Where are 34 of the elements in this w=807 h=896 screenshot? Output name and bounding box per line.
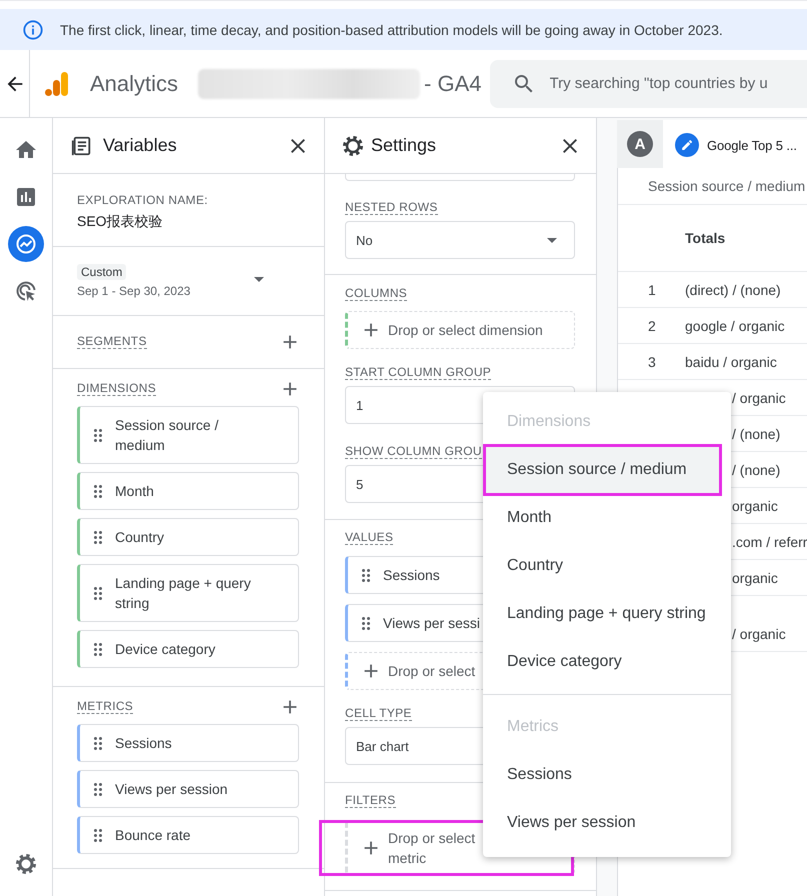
column-header: Session source / medium — [648, 178, 806, 194]
product-name: Analytics — [90, 70, 178, 96]
field-label: EXPLORATION NAME: — [77, 194, 208, 207]
table-cell: (direct) / (none) — [685, 282, 781, 298]
table-cell: / organic — [732, 626, 786, 642]
date-preset-label: Custom — [77, 264, 126, 280]
table-cell: organic — [732, 570, 778, 586]
section-label: SHOW COLUMN GROU — [345, 445, 482, 459]
table-cell: / (none) — [732, 462, 780, 478]
section-label: START COLUMN GROUP — [345, 366, 492, 380]
table-cell: / (none) — [732, 426, 780, 442]
section-label: FILTERS — [345, 794, 396, 808]
property-name: - GA4 — [424, 70, 482, 96]
section-label: SEGMENTS — [77, 335, 147, 349]
panel-title: Variables — [103, 135, 178, 156]
table-cell: baidu / organic — [685, 354, 777, 370]
row-number: 1 — [647, 282, 657, 298]
table-cell: google / organic — [685, 318, 785, 334]
section-label: COLUMNS — [345, 287, 408, 301]
panel-title: Settings — [371, 135, 438, 156]
section-label: METRICS — [77, 700, 134, 714]
table-cell: / organic — [732, 390, 786, 406]
table-cell: organic — [732, 498, 778, 514]
section-label: CELL TYPE — [345, 707, 412, 721]
row-number: 3 — [647, 354, 657, 370]
exploration-name: SEO报表校验 — [77, 213, 164, 229]
section-label: NESTED ROWS — [345, 201, 438, 215]
section-label: VALUES — [345, 531, 394, 545]
row-number: 2 — [647, 318, 657, 334]
section-label: DIMENSIONS — [77, 382, 156, 396]
banner-text: The first click, linear, time decay, and position-based attribution models will be going away in October 2023. — [60, 22, 723, 38]
date-range: Sep 1 - Sep 30, 2023 — [77, 283, 190, 299]
table-cell: .com / referr — [732, 534, 807, 550]
totals-label: Totals — [685, 230, 726, 246]
